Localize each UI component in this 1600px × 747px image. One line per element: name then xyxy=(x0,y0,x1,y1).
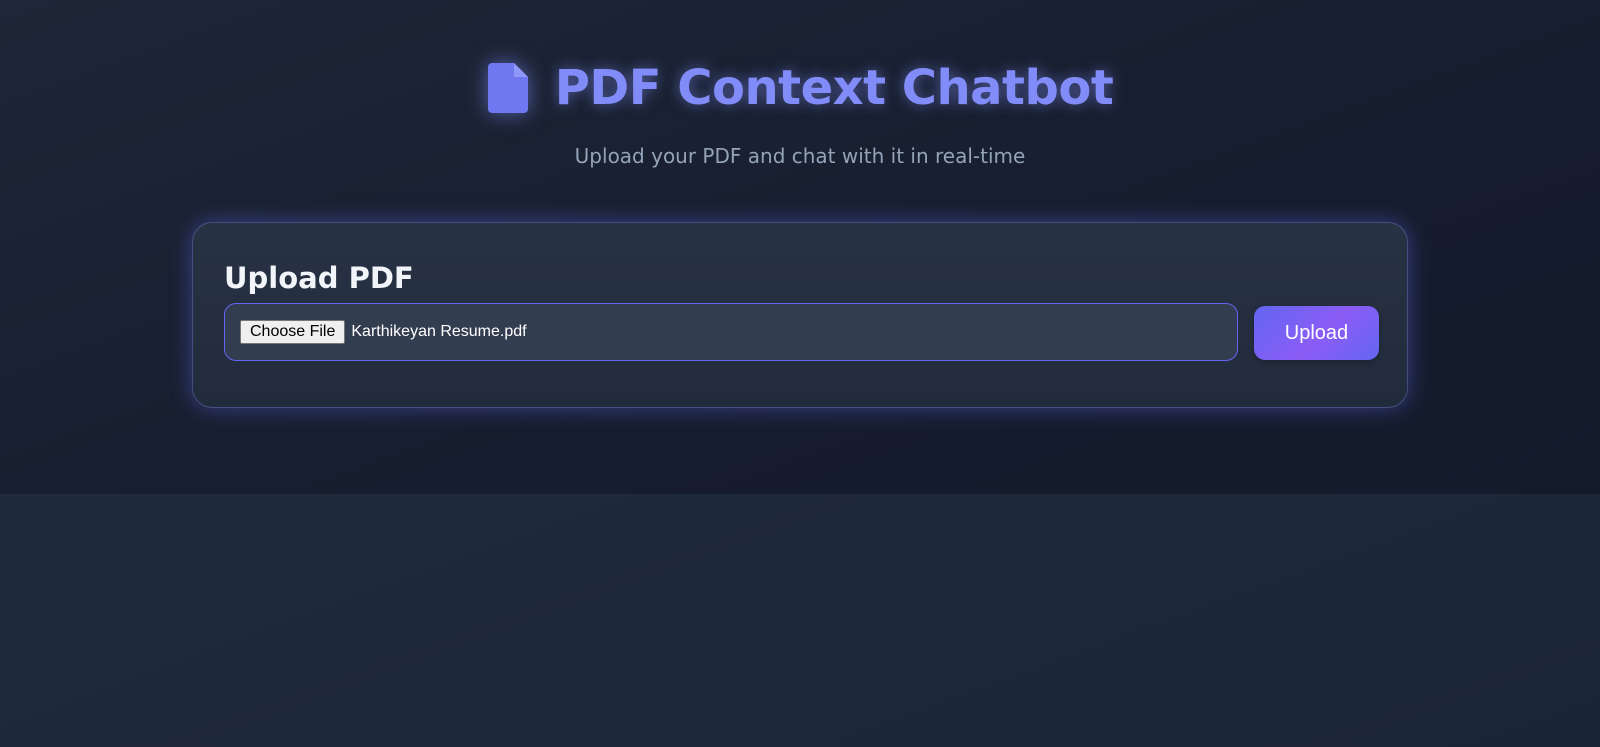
upload-card-title: Upload PDF xyxy=(224,261,414,295)
document-icon xyxy=(487,63,528,113)
lower-background xyxy=(0,494,1600,747)
upload-button[interactable]: Upload xyxy=(1254,306,1379,360)
title-row: PDF Context Chatbot xyxy=(487,60,1114,116)
page-title: PDF Context Chatbot xyxy=(554,60,1114,116)
upload-card: Upload PDF Choose File Karthikeyan Resum… xyxy=(192,222,1408,408)
choose-file-button[interactable]: Choose File xyxy=(240,320,346,344)
file-input[interactable]: Choose File Karthikeyan Resume.pdf xyxy=(224,303,1238,361)
selected-file-name: Karthikeyan Resume.pdf xyxy=(351,323,527,340)
page-subtitle: Upload your PDF and chat with it in real… xyxy=(574,144,1026,168)
page-header: PDF Context Chatbot Upload your PDF and … xyxy=(0,60,1600,168)
